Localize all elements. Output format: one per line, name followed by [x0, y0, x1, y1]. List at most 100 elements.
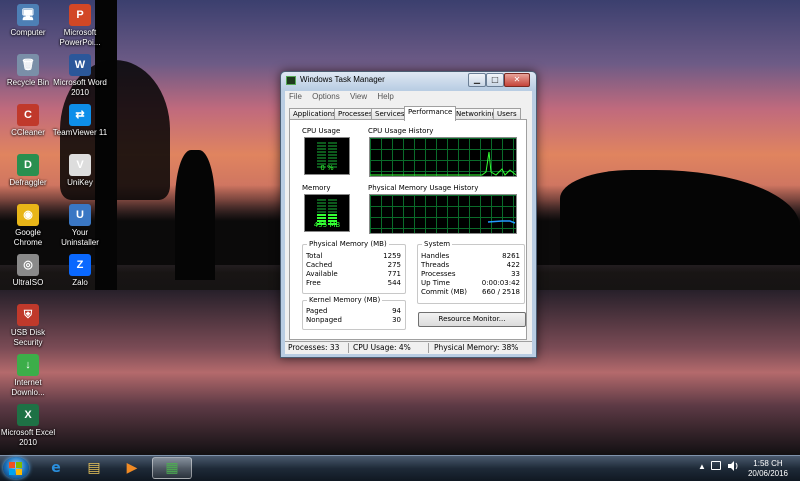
- desktop-icon-label: Recycle Bin: [6, 78, 50, 87]
- resource-monitor-button[interactable]: Resource Monitor...: [418, 312, 526, 327]
- menu-file[interactable]: File: [285, 91, 306, 102]
- pm-row-free: Free 544: [306, 279, 401, 287]
- sys-row-processes: Processes 33: [421, 270, 520, 278]
- menu-help[interactable]: Help: [373, 91, 397, 102]
- desktop-icon[interactable]: ↓ Internet Downlo...: [0, 354, 56, 398]
- kernel-memory-group: Kernel Memory (MB) Paged 94 Nonpaged 30: [302, 296, 406, 330]
- taskbar-internet-explorer-button[interactable]: e: [36, 457, 76, 479]
- cpu-history-graph: [369, 137, 517, 177]
- desktop-icon-label: Internet Downlo...: [11, 378, 45, 397]
- desktop-icon-label: Microsoft Word 2010: [53, 78, 107, 97]
- meter-segment: [317, 157, 326, 159]
- minimize-button[interactable]: ▁: [468, 73, 486, 87]
- sys-row-uptime: Up Time 0:00:03:42: [421, 279, 520, 287]
- desktop-icon-image: D: [17, 154, 39, 176]
- cpu-history-line: [370, 151, 516, 176]
- windows-logo-icon: [9, 469, 15, 475]
- desktop-icon-label: USB Disk Security: [10, 328, 46, 347]
- desktop-icon-label: Microsoft PowerPoi...: [59, 28, 101, 47]
- meter-segment: [317, 145, 326, 147]
- desktop-icon-image: Z: [69, 254, 91, 276]
- pm-row-available: Available 771: [306, 270, 401, 278]
- media-player-icon: ▶: [126, 460, 138, 476]
- meter-segment: [328, 214, 337, 216]
- desktop-icon[interactable]: ⛨ USB Disk Security: [0, 304, 56, 348]
- sys-row-commit: Commit (MB) 660 / 2518: [421, 288, 520, 296]
- taskbar-task-manager-button[interactable]: ▦: [152, 457, 192, 479]
- performance-panel: CPU Usage 0 % CPU Usage History Memory 4…: [289, 119, 527, 340]
- meter-segment: [328, 205, 337, 207]
- file-explorer-icon: ▤: [87, 460, 101, 476]
- desktop-icon[interactable]: ◎ UltraISO: [0, 254, 56, 288]
- physical-memory-group: Physical Memory (MB) Total 1259 Cached 275…: [302, 240, 406, 294]
- desktop-icon[interactable]: ◉ Google Chrome: [0, 204, 56, 248]
- status-separator: [428, 343, 429, 353]
- menu-options[interactable]: Options: [308, 91, 344, 102]
- cpu-usage-meter: 0 %: [304, 137, 350, 175]
- menu-view[interactable]: View: [346, 91, 371, 102]
- desktop-icon[interactable]: U Your Uninstaller: [52, 204, 108, 248]
- meter-segment: [317, 142, 326, 144]
- desktop-icon-label: Microsoft Excel 2010: [0, 428, 56, 447]
- desktop-icon-label: UniKey: [67, 178, 93, 187]
- desktop-icon-label: TeamViewer 11: [52, 128, 108, 137]
- pm-row-total: Total 1259: [306, 252, 401, 260]
- windows-logo-icon: [16, 462, 22, 468]
- km-row-paged: Paged 94: [306, 307, 401, 315]
- clock-date: 20/06/2016: [747, 469, 788, 478]
- meter-segment: [328, 202, 337, 204]
- clock-time: 1:58 CH: [753, 459, 783, 468]
- desktop-icon[interactable]: 🖥 Computer: [0, 4, 56, 38]
- desktop-icon[interactable]: W Microsoft Word 2010: [52, 54, 108, 98]
- meter-segment: [328, 154, 337, 156]
- km-row-nonpaged: Nonpaged 30: [306, 316, 401, 324]
- meter-segment: [317, 205, 326, 207]
- clock[interactable]: 1:58 CH 20/06/2016: [748, 459, 788, 479]
- windows-logo-icon: [9, 462, 15, 468]
- meter-segment: [328, 211, 337, 213]
- cpu-usage-value: 0 %: [320, 164, 334, 172]
- desktop-icon-image: C: [17, 104, 39, 126]
- memory-history-line: [487, 220, 516, 224]
- desktop-icon-image: P: [69, 4, 91, 26]
- meter-segment: [317, 151, 326, 153]
- status-processes: Processes: 33: [288, 343, 340, 352]
- desktop-icon[interactable]: C CCleaner: [0, 104, 56, 138]
- meter-segment: [317, 148, 326, 150]
- desktop-icon[interactable]: X Microsoft Excel 2010: [0, 404, 56, 448]
- task-manager-window: Windows Task Manager ▁ □ ✕ File Options …: [280, 71, 537, 358]
- task-manager-icon: ▦: [165, 460, 179, 476]
- title-bar[interactable]: Windows Task Manager ▁ □ ✕: [281, 72, 536, 90]
- desktop-icon-label: Computer: [10, 28, 46, 37]
- system-group: System Handles 8261 Threads 422 Processes 3…: [417, 240, 525, 304]
- desktop-icon[interactable]: P Microsoft PowerPoi...: [52, 4, 108, 48]
- desktop-icon[interactable]: 🗑 Recycle Bin: [0, 54, 56, 88]
- maximize-button[interactable]: □: [486, 73, 504, 87]
- desktop-icon-image: ↓: [17, 354, 39, 376]
- taskbar: e ▤ ▶ ▦ ▲ 1:58 CH 20/06/2016: [0, 455, 800, 481]
- desktop-icon-image: V: [69, 154, 91, 176]
- desktop-icon[interactable]: D Defraggler: [0, 154, 56, 188]
- status-memory: Physical Memory: 38%: [434, 343, 519, 352]
- desktop-icon[interactable]: ⇄ TeamViewer 11: [52, 104, 108, 138]
- desktop-icon-label: Your Uninstaller: [61, 228, 99, 247]
- tab-performance[interactable]: Performance: [404, 106, 457, 121]
- pm-row-cached: Cached 275: [306, 261, 401, 269]
- task-manager-icon: [286, 76, 296, 85]
- desktop-icon[interactable]: V UniKey: [52, 154, 108, 188]
- wallpaper-tree: [175, 150, 215, 280]
- status-bar: Processes: 33 CPU Usage: 4% Physical Mem…: [285, 341, 532, 354]
- taskbar-file-explorer-button[interactable]: ▤: [74, 457, 114, 479]
- show-hidden-icons-button[interactable]: ▲: [698, 462, 706, 471]
- desktop-icon[interactable]: Z Zalo: [52, 254, 108, 288]
- meter-segment: [317, 160, 326, 162]
- desktop-icon-image: ⇄: [69, 104, 91, 126]
- volume-icon[interactable]: [727, 460, 739, 472]
- close-button[interactable]: ✕: [504, 73, 530, 87]
- memory-history-label: Physical Memory Usage History: [368, 184, 479, 192]
- taskbar-media-player-button[interactable]: ▶: [112, 457, 152, 479]
- desktop-icon-image: ⛨: [17, 304, 39, 326]
- action-center-icon[interactable]: [711, 461, 721, 470]
- start-button[interactable]: [3, 457, 29, 479]
- meter-segment: [328, 199, 337, 201]
